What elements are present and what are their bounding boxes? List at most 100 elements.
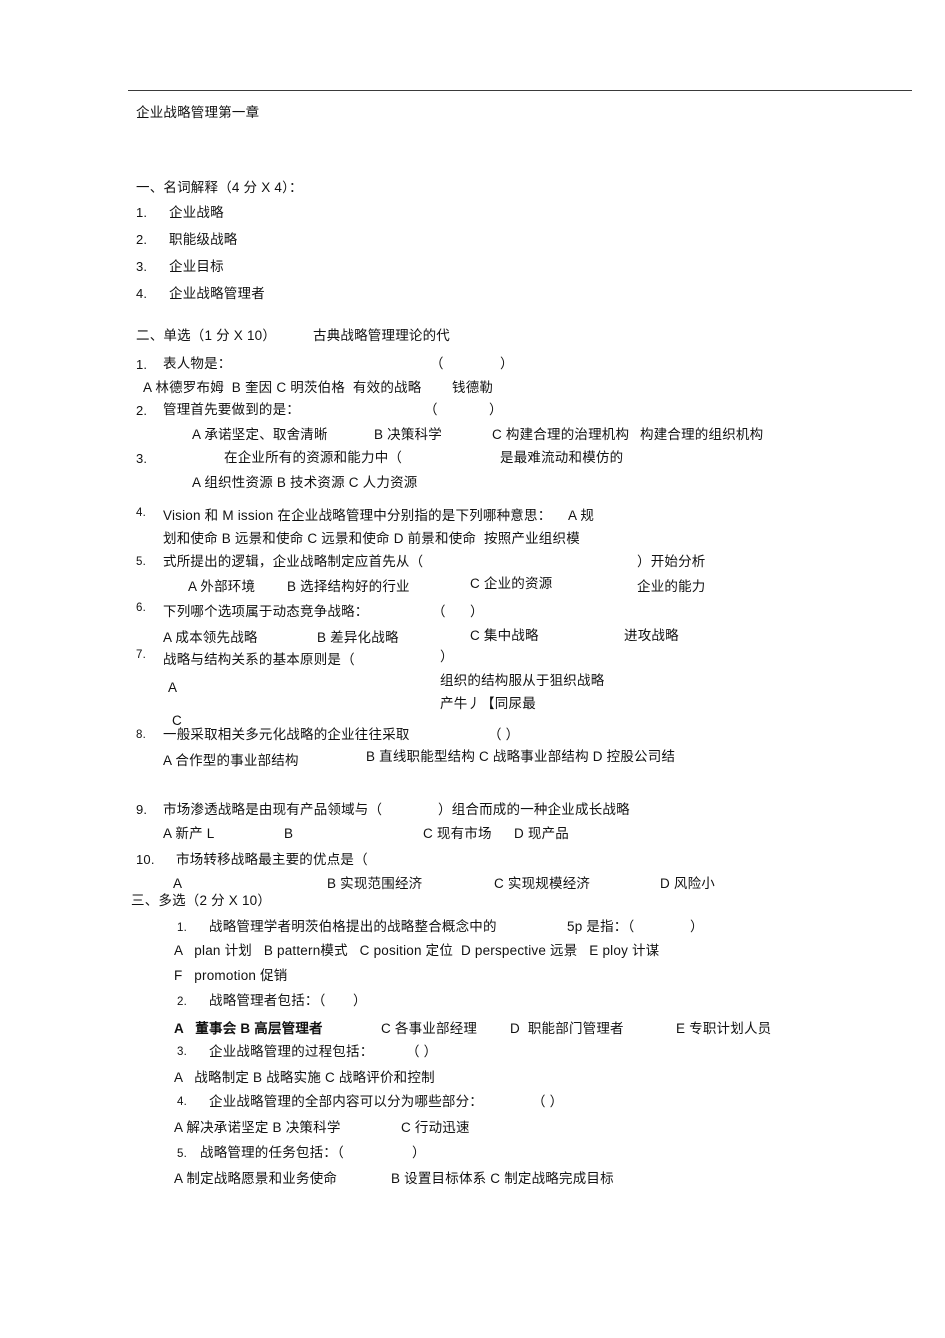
q2-paren-close: ） [489, 402, 503, 417]
m3-number: 3. [177, 1046, 187, 1058]
m3-options: A 战略制定 B 战略实施 C 战略评价和控制 [174, 1070, 435, 1085]
q3-stem: 在企业所有的资源和能力中（ [224, 450, 403, 465]
m5-stem: 战略管理的任务包括：（ [200, 1145, 344, 1160]
q10-option-c: C 实现规模经济 [494, 876, 591, 891]
q6-paren-open: （ [432, 604, 446, 619]
section1-heading: 一、名词解释（4 分 X 4）： [136, 180, 303, 195]
m1-stem: 战略管理学者明茨伯格提出的战略整合概念中的 [209, 919, 497, 934]
m3-stem: 企业战略管理的过程包括： [209, 1044, 374, 1059]
m1-options: A plan 计划 B pattern模式 C position 定位 D pe… [174, 943, 660, 958]
q2-number: 2. [136, 403, 148, 418]
q8-number: 8. [136, 729, 146, 741]
q1-paren-open: （ [430, 356, 444, 371]
q4-line2: 划和使命 B 远景和使命 C 远景和使命 D 前景和使命 按照产业组织模 [163, 531, 580, 546]
section1-item-text: 企业战略 [169, 205, 224, 220]
q6-paren-close: ） [470, 604, 484, 619]
m5-option-a: A 制定战略愿景和业务使命 [174, 1171, 338, 1186]
section1-item-num: 3. [136, 259, 148, 274]
q7-paren-close: ） [440, 649, 454, 664]
q6-option-d: 进攻战略 [624, 628, 679, 643]
m4-stem: 企业战略管理的全部内容可以分为哪些部分： [209, 1094, 483, 1109]
page-title: 企业战略管理第一章 [136, 105, 260, 120]
q9-option-d: D 现产品 [514, 826, 569, 841]
section3-heading: 三、多选（2 分 X 10） [131, 893, 272, 908]
m2-option-c: C 各事业部经理 [381, 1021, 478, 1036]
q8-paren: （ ） [488, 727, 520, 742]
q1-stem: 表人物是： [163, 356, 232, 371]
m4-paren: （ ） [532, 1094, 564, 1109]
q5-number: 5. [136, 556, 146, 568]
q6-option-b: B 差异化战略 [317, 630, 399, 645]
m2-option-a: A 董事会 B 高层管理者 [174, 1021, 323, 1036]
q2-option-a: A 承诺坚定、取舍清晰 [192, 427, 328, 442]
q7-stem: 战略与结构关系的基本原则是（ [163, 652, 355, 667]
section1-item-num: 1. [136, 205, 148, 220]
q3-stem-tail: 是最难流动和模仿的 [500, 450, 624, 465]
q8-option-a: A 合作型的事业部结构 [163, 753, 299, 768]
q1-options: A 林德罗布姆 B 奎因 C 明茨伯格 有效的战略 [143, 380, 422, 395]
q5-stem: 式所提出的逻辑，企业战略制定应首先从（ [163, 554, 424, 569]
q10-option-a: A [173, 876, 183, 891]
q8-stem: 一般采取相关多元化战略的企业往往采取 [163, 727, 410, 742]
document-page: 企业战略管理第一章 一、名词解释（4 分 X 4）： 1. 企业战略 2. 职能… [0, 0, 945, 1338]
q4-number: 4. [136, 507, 146, 519]
q4-line1: Vision 和 M ission 在企业战略管理中分别指的是下列哪种意思： [163, 508, 552, 523]
m1-stem-tail: 5p 是指：（ [567, 919, 635, 934]
q1-paren-close: ） [500, 356, 514, 371]
q1-option-tail: 钱德勒 [452, 380, 494, 395]
section2-heading: 二、单选（1 分 X 10） [136, 328, 277, 343]
section1-item-text: 企业战略管理者 [169, 286, 265, 301]
m5-paren-close: ） [412, 1145, 426, 1160]
q4-line1-tail: A 规 [568, 508, 595, 523]
section1-item-text: 职能级战略 [169, 232, 238, 247]
q5-option-d: 企业的能力 [637, 579, 706, 594]
q10-option-d: D 风险小 [660, 876, 715, 891]
q2-option-d: 构建合理的组织机构 [640, 427, 764, 442]
m3-paren: （ ） [406, 1044, 438, 1059]
q5-option-b: B 选择结构好的行业 [287, 579, 410, 594]
q10-option-b: B 实现范围经济 [327, 876, 423, 891]
m1-options-2: F promotion 促销 [174, 968, 288, 983]
m4-number: 4. [177, 1096, 187, 1108]
m5-options-rest: B 设置目标体系 C 制定战略完成目标 [391, 1171, 614, 1186]
section2-heading-tail: 古典战略管理理论的代 [313, 328, 450, 343]
q2-stem: 管理首先要做到的是： [163, 402, 300, 417]
q6-option-c: C 集中战略 [470, 628, 539, 643]
m2-option-e: E 专职计划人员 [676, 1021, 772, 1036]
q9-stem: 市场渗透战略是由现有产品领域与（ [163, 802, 383, 817]
q7-option-a-text: 组织的结构服从于狙织战略 [440, 673, 605, 688]
m1-number: 1. [177, 922, 187, 934]
m2-paren-close: ） [353, 993, 367, 1008]
q8-options-rest: B 直线职能型结构 C 战略事业部结构 D 控股公司结 [366, 749, 676, 764]
q6-number: 6. [136, 602, 146, 614]
q3-number: 3. [136, 451, 148, 466]
q5-stem-tail: ）开始分析 [637, 554, 706, 569]
q2-paren-open: （ [424, 402, 438, 417]
q9-stem-tail: ）组合而成的一种企业成长战略 [438, 802, 630, 817]
m2-option-d: D 职能部门管理者 [510, 1021, 624, 1036]
section1-item-num: 4. [136, 286, 148, 301]
q10-number: 10. [136, 852, 155, 867]
q6-stem: 下列哪个选项属于动态竞争战略： [163, 604, 369, 619]
q9-option-c: C 现有市场 [423, 826, 492, 841]
q9-number: 9. [136, 802, 148, 817]
m2-stem: 战略管理者包括：（ [209, 993, 326, 1008]
m2-number: 2. [177, 996, 187, 1008]
header-rule [128, 90, 912, 91]
m1-paren-close: ） [690, 919, 704, 934]
q5-option-a: A 外部环境 [188, 579, 256, 594]
q1-number: 1. [136, 357, 148, 372]
section1-item-text: 企业目标 [169, 259, 224, 274]
section1-item-num: 2. [136, 232, 148, 247]
q7-number: 7. [136, 649, 146, 661]
m4-options: A 解决承诺坚定 B 决策科学 [174, 1120, 341, 1135]
m4-option-c: C 行动迅速 [401, 1120, 470, 1135]
q6-option-a: A 成本领先战略 [163, 630, 258, 645]
q2-option-c: C 构建合理的治理机构 [492, 427, 630, 442]
q5-option-c: C 企业的资源 [470, 576, 553, 591]
q7-option-garbled: 产牛丿【同尿最 [440, 696, 536, 712]
m5-number: 5. [177, 1148, 187, 1160]
q9-option-a: A 新产 L [163, 826, 215, 841]
q9-option-b: B [284, 826, 294, 841]
q10-stem: 市场转移战略最主要的优点是（ [176, 852, 368, 867]
